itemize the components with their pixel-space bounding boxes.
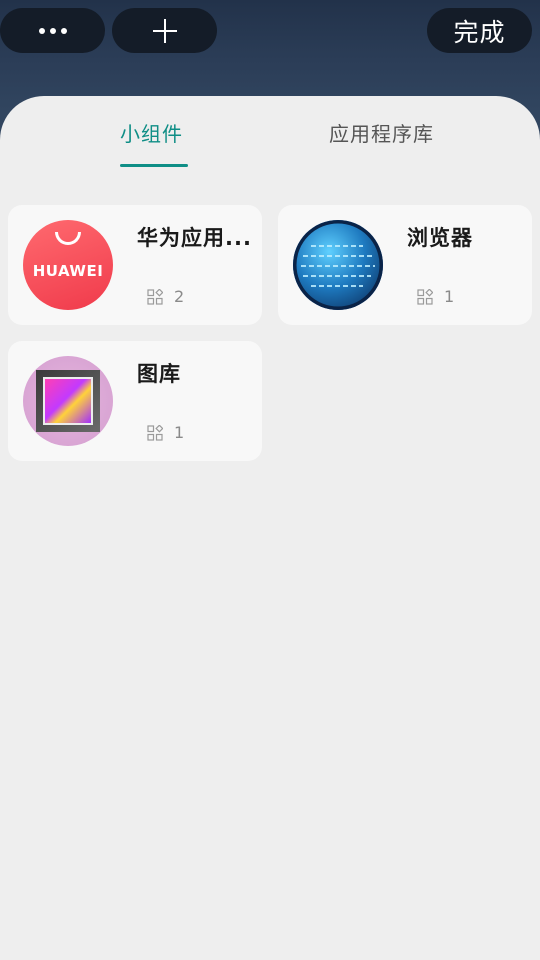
widgets-icon — [147, 424, 163, 441]
widget-picker-sheet: 小组件 应用程序库 HUAWEI 华为应用... 2 浏览器 1 图库 1 — [0, 96, 540, 960]
widget-count-value: 1 — [444, 287, 455, 306]
app-card-gallery[interactable]: 图库 1 — [8, 341, 262, 461]
widget-count: 1 — [147, 423, 184, 442]
widget-count: 1 — [417, 287, 454, 306]
widget-count-value: 2 — [174, 287, 185, 306]
widget-count-value: 1 — [174, 423, 185, 442]
gallery-icon — [23, 356, 113, 446]
huawei-logo-text: HUAWEI — [32, 262, 104, 280]
tab-widgets[interactable]: 小组件 — [120, 118, 183, 147]
widget-count: 2 — [147, 287, 184, 306]
huawei-appgallery-icon: HUAWEI — [23, 220, 113, 310]
plus-icon — [152, 18, 177, 43]
app-card-browser[interactable]: 浏览器 1 — [278, 205, 532, 325]
done-button[interactable]: 完成 — [427, 8, 532, 53]
add-button[interactable] — [112, 8, 217, 53]
browser-globe-icon — [293, 220, 383, 310]
app-name: 图库 — [137, 362, 181, 386]
tab-app-library[interactable]: 应用程序库 — [329, 118, 434, 147]
app-name: 华为应用... — [137, 226, 252, 250]
widgets-icon — [147, 288, 163, 305]
app-name: 浏览器 — [407, 226, 473, 250]
more-button[interactable] — [0, 8, 105, 53]
done-label: 完成 — [453, 17, 506, 47]
more-horizontal-icon — [38, 27, 67, 34]
widgets-icon — [417, 288, 433, 305]
active-tab-indicator — [120, 164, 188, 167]
app-card-huawei-appgallery[interactable]: HUAWEI 华为应用... 2 — [8, 205, 262, 325]
